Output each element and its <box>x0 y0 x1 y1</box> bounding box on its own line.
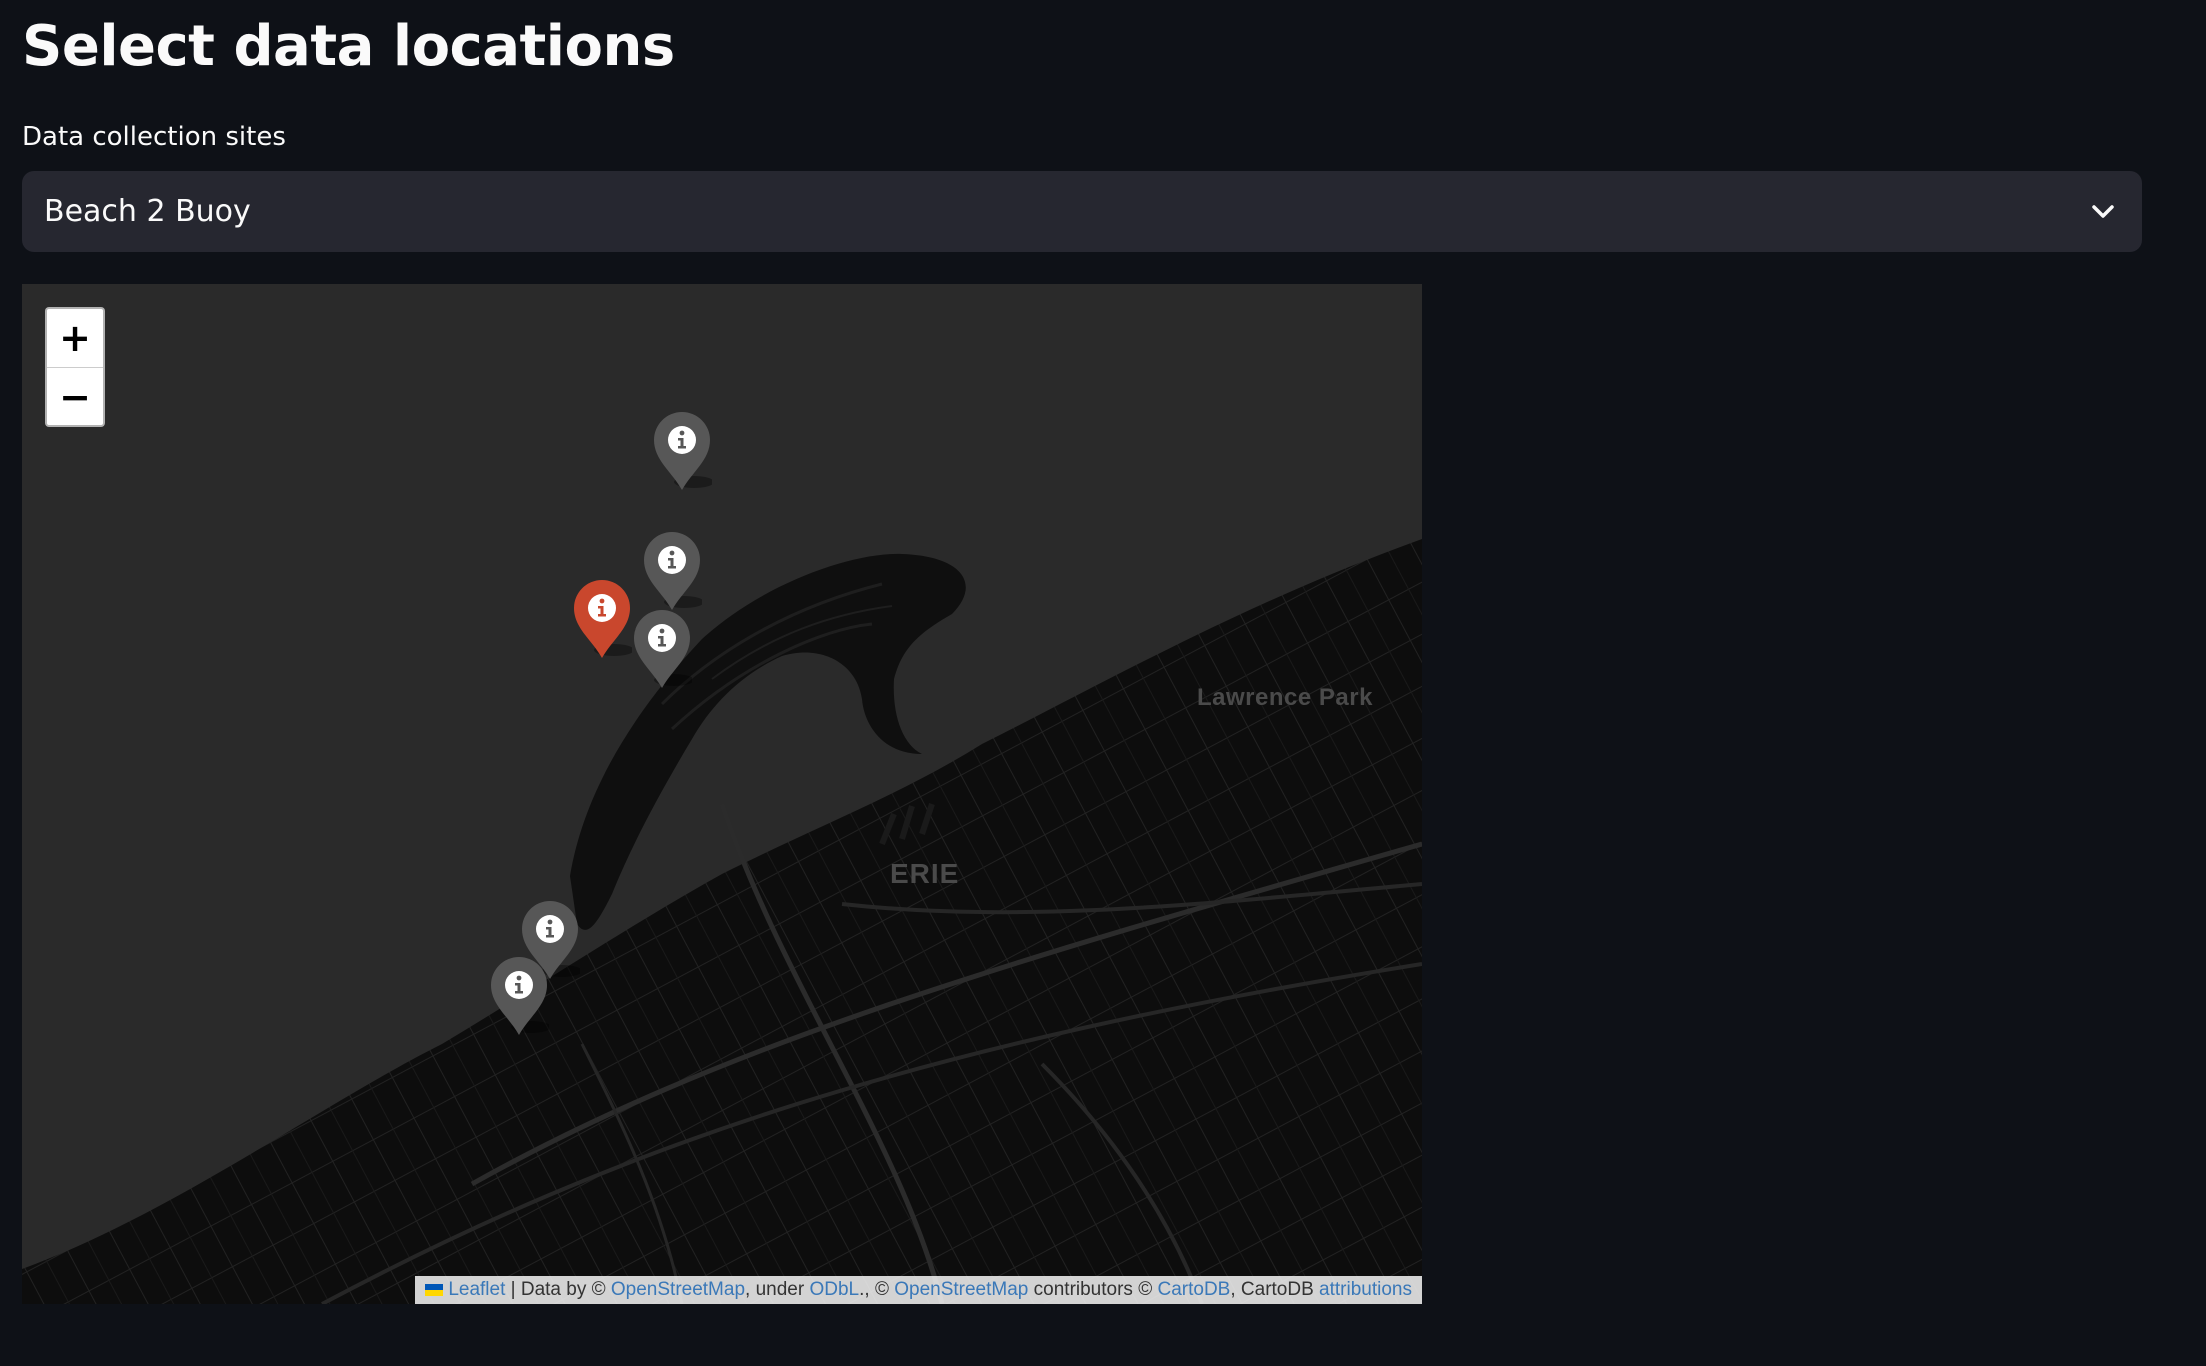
sites-select[interactable]: Beach 2 Buoy <box>22 171 2142 252</box>
odbl-link[interactable]: ODbL <box>809 1279 859 1301</box>
openstreetmap-link[interactable]: OpenStreetMap <box>611 1279 745 1301</box>
map-marker-selected[interactable] <box>572 578 634 660</box>
attribution-text: ., © <box>859 1279 895 1300</box>
map-label-city: ERIE <box>890 858 960 889</box>
ukraine-flag-icon <box>425 1284 444 1296</box>
attribution-text: contributors © <box>1028 1279 1158 1300</box>
page-title: Select data locations <box>22 14 675 79</box>
cartodb-attributions-link[interactable]: attributions <box>1319 1279 1412 1301</box>
zoom-in-button[interactable]: + <box>47 309 103 367</box>
chevron-down-icon <box>2088 197 2118 227</box>
map-marker[interactable] <box>632 608 694 690</box>
sites-select-label: Data collection sites <box>22 122 286 152</box>
map-marker[interactable] <box>652 410 714 492</box>
sites-select-value: Beach 2 Buoy <box>44 194 251 229</box>
attribution-text: | Data by © <box>505 1279 611 1300</box>
map-attribution: Leaflet | Data by © OpenStreetMap , unde… <box>415 1276 1422 1304</box>
map-basemap <box>22 284 1422 1304</box>
map-marker[interactable] <box>642 530 704 612</box>
openstreetmap-contributors-link[interactable]: OpenStreetMap <box>894 1279 1028 1301</box>
attribution-text: , CartoDB <box>1230 1279 1320 1300</box>
map-label-town: Lawrence Park <box>1197 684 1373 711</box>
zoom-out-button[interactable]: − <box>47 367 103 425</box>
cartodb-link[interactable]: CartoDB <box>1157 1279 1230 1301</box>
leaflet-link[interactable]: Leaflet <box>448 1279 505 1301</box>
map[interactable]: ERIE Lawrence Park + − Leaflet | Data by… <box>22 284 1422 1304</box>
zoom-control: + − <box>45 307 105 427</box>
attribution-text: , under <box>745 1279 810 1300</box>
map-marker[interactable] <box>489 955 551 1037</box>
